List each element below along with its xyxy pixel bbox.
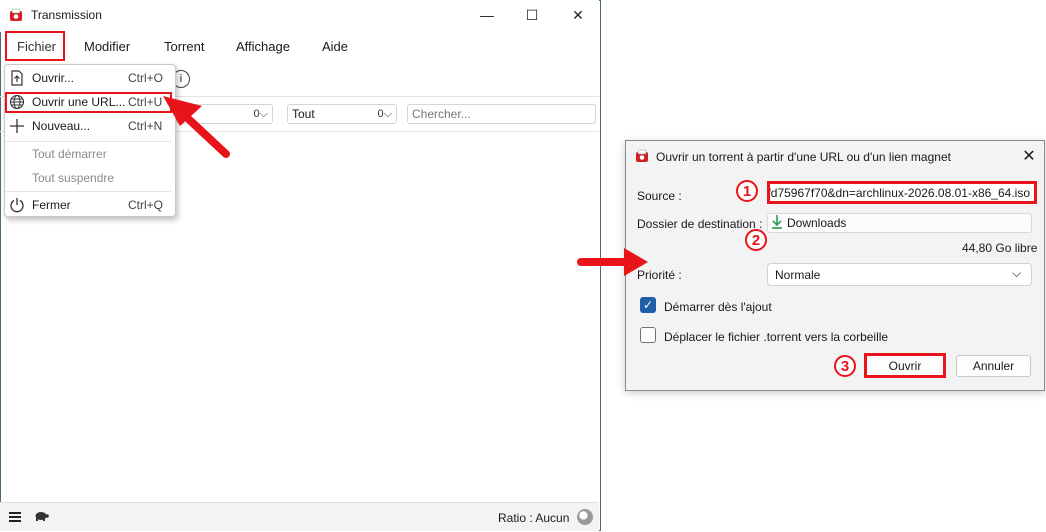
ratio-icon[interactable]: [577, 509, 593, 525]
menu-item-label: Ouvrir...: [32, 71, 75, 85]
source-input-value: 7fd75967f70&dn=archlinux-2026.08.01-x86_…: [767, 186, 1030, 200]
trash-torrent-label: Déplacer le fichier .torrent vers la cor…: [664, 330, 889, 344]
plus-icon: [10, 119, 24, 133]
menu-item-label: Tout démarrer: [32, 147, 107, 161]
destination-folder-value: Downloads: [787, 216, 847, 230]
step-badge-2: 2: [745, 229, 767, 251]
filter-count: 0⌵: [253, 107, 268, 120]
close-button[interactable]: ✕: [555, 0, 601, 30]
menu-item-quit[interactable]: Fermer Ctrl+Q: [4, 194, 168, 216]
priority-label: Priorité :: [637, 268, 682, 282]
cancel-button[interactable]: Annuler: [956, 355, 1031, 377]
menu-item-shortcut: Ctrl+N: [128, 119, 163, 133]
open-url-highlight-box: [5, 92, 172, 113]
menu-torrent[interactable]: Torrent: [164, 39, 204, 54]
ratio-status[interactable]: Ratio : Aucun: [498, 511, 569, 525]
chevron-down-icon: ⌵: [1012, 266, 1022, 280]
menu-fichier[interactable]: Fichier: [17, 39, 56, 54]
window-title: Transmission: [31, 8, 102, 22]
menu-item-open[interactable]: Ouvrir... Ctrl+O: [4, 67, 168, 89]
open-file-icon: [11, 70, 23, 86]
search-input[interactable]: [407, 104, 596, 124]
minimize-button[interactable]: —: [464, 0, 510, 30]
menu-item-pause-all: Tout suspendre: [4, 167, 168, 189]
tracker-filter-label: Tout: [292, 107, 315, 121]
free-space-label: 44,80 Go libre: [962, 241, 1038, 255]
dialog-title: Ouvrir un torrent à partir d'une URL ou …: [656, 150, 951, 164]
turtle-icon[interactable]: [33, 511, 49, 521]
maximize-button[interactable]: ☐: [509, 0, 555, 30]
destination-label: Dossier de destination :: [637, 217, 763, 231]
open-button-highlight-box: [864, 353, 946, 378]
dialog-close-button[interactable]: ✕: [1019, 146, 1039, 166]
menu-item-shortcut: Ctrl+O: [128, 71, 164, 85]
start-on-add-checkbox[interactable]: ✓: [640, 297, 656, 313]
priority-value: Normale: [775, 268, 821, 282]
menu-item-new[interactable]: Nouveau... Ctrl+N: [4, 115, 168, 137]
tracker-filter-select[interactable]: Tout 0⌵: [287, 104, 397, 124]
step-badge-1: 1: [736, 180, 758, 202]
menu-item-label: Nouveau...: [32, 119, 91, 133]
menu-affichage[interactable]: Affichage: [236, 39, 290, 54]
trash-torrent-checkbox[interactable]: [640, 327, 656, 343]
hamburger-menu-icon[interactable]: [9, 512, 21, 524]
menu-item-shortcut: Ctrl+Q: [128, 198, 164, 212]
menu-aide[interactable]: Aide: [322, 39, 348, 54]
source-input[interactable]: 7fd75967f70&dn=archlinux-2026.08.01-x86_…: [767, 181, 1037, 204]
source-label: Source :: [637, 189, 682, 203]
menu-separator: [5, 141, 171, 142]
download-arrow-icon: [772, 215, 782, 229]
menu-item-label: Tout suspendre: [32, 171, 115, 185]
activity-filter-select[interactable]: 0⌵: [176, 104, 273, 124]
tracker-filter-count: 0⌵: [377, 107, 392, 120]
start-on-add-label: Démarrer dès l'ajout: [664, 300, 772, 314]
menu-separator: [5, 191, 171, 192]
menu-item-label: Fermer: [32, 198, 71, 212]
step-badge-3: 3: [834, 355, 856, 377]
menu-item-start-all: Tout démarrer: [4, 143, 168, 165]
menu-modifier[interactable]: Modifier: [84, 39, 130, 54]
transmission-app-icon: [10, 8, 22, 21]
transmission-dialog-icon: [636, 149, 648, 162]
power-icon: [10, 198, 24, 213]
